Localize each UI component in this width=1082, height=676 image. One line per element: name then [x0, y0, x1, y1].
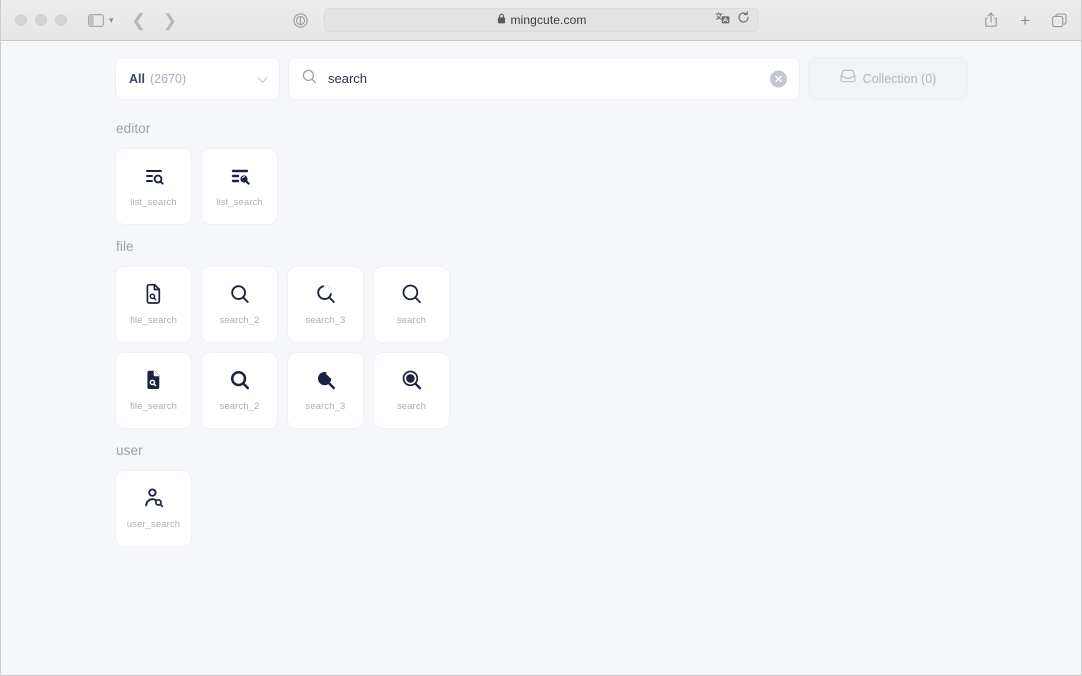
back-arrow-icon[interactable]: ❮	[132, 12, 146, 29]
tab-overview-icon[interactable]	[1052, 13, 1067, 28]
user-search-line-icon	[143, 487, 165, 509]
icon-card-label: list_search	[216, 197, 263, 208]
search-icon	[302, 69, 317, 89]
icon-card-label: search_3	[305, 315, 346, 326]
chevron-down-icon	[257, 72, 268, 83]
icon-card-label: search	[396, 315, 427, 326]
icon-card-search-3-line[interactable]: search_3	[288, 267, 363, 342]
icon-card-search-2-fill[interactable]: search_2	[202, 353, 277, 428]
icon-card-label: search_2	[219, 401, 260, 412]
icon-card-file-search-line[interactable]: file_search	[116, 267, 191, 342]
privacy-shield-icon[interactable]	[293, 12, 308, 28]
section-title: file	[116, 239, 134, 254]
icon-card-search-line[interactable]: search	[374, 267, 449, 342]
filter-count: (2670)	[149, 71, 187, 86]
section-title: user	[116, 443, 143, 458]
icon-card-label: user_search	[126, 519, 181, 530]
icon-card-list-search-line[interactable]: list_search	[116, 149, 191, 224]
icon-card-list-search-fill[interactable]: list_search	[202, 149, 277, 224]
filter-label: All	[129, 71, 145, 86]
browser-toolbar: ▾ ❮ ❯ mingcute.com +	[1, 0, 1081, 41]
sidebar-toggle-button[interactable]: ▾	[88, 13, 114, 27]
minimize-window-button[interactable]	[35, 14, 47, 26]
reload-icon[interactable]	[737, 11, 750, 29]
search-2-line-icon	[229, 283, 251, 305]
collection-button[interactable]: Collection (0)	[809, 58, 967, 99]
search-2-fill-icon	[229, 369, 251, 391]
icon-card-user-search-line[interactable]: user_search	[116, 471, 191, 546]
category-filter-dropdown[interactable]: All (2670)	[116, 58, 279, 99]
clear-search-button[interactable]	[770, 70, 787, 87]
navigation-buttons[interactable]: ❮ ❯	[132, 12, 178, 29]
icon-card-label: search_3	[305, 401, 346, 412]
icon-grid: user_search	[116, 471, 1081, 546]
address-bar[interactable]: mingcute.com	[324, 8, 759, 32]
search-input-value: search	[328, 71, 368, 86]
search-line-icon	[401, 283, 423, 305]
icon-grid: list_search list_search	[116, 149, 1081, 224]
search-fill-icon	[401, 369, 423, 391]
browser-window: ▾ ❮ ❯ mingcute.com + All (2670) search C…	[0, 0, 1082, 676]
list-search-fill-icon	[229, 165, 251, 187]
search-3-fill-icon	[315, 369, 337, 391]
sidebar-toggle-icon	[88, 13, 104, 27]
page-content: All (2670) search Collection (0) editor …	[1, 41, 1081, 675]
forward-arrow-icon[interactable]: ❯	[163, 12, 177, 29]
inbox-icon	[840, 69, 856, 88]
window-traffic-lights[interactable]	[15, 14, 67, 26]
search-toolbar: All (2670) search Collection (0)	[1, 41, 1081, 99]
section-file: file file_search search_2 search_3 searc…	[116, 239, 1081, 428]
section-title: editor	[116, 121, 151, 136]
icon-card-label: file_search	[129, 315, 178, 326]
chevron-down-icon: ▾	[109, 14, 114, 25]
search-3-line-icon	[315, 283, 337, 305]
icon-card-label: search	[396, 401, 427, 412]
search-input[interactable]: search	[289, 58, 799, 99]
chrome-right-actions[interactable]: +	[984, 12, 1067, 29]
section-editor: editor list_search list_search	[116, 121, 1081, 224]
icon-grid: file_search search_2 search_3 search fil…	[116, 267, 471, 428]
close-window-button[interactable]	[15, 14, 27, 26]
maximize-window-button[interactable]	[55, 14, 67, 26]
icon-card-label: search_2	[219, 315, 260, 326]
icon-card-search-3-fill[interactable]: search_3	[288, 353, 363, 428]
icon-sections: editor list_search list_search file file…	[1, 99, 1081, 546]
icon-card-label: list_search	[130, 197, 177, 208]
url-text: mingcute.com	[510, 13, 587, 27]
address-bar-content: mingcute.com	[497, 11, 587, 29]
file-search-fill-icon	[143, 369, 164, 391]
share-icon[interactable]	[984, 12, 998, 28]
file-search-line-icon	[143, 283, 164, 305]
address-bar-actions[interactable]	[715, 11, 750, 29]
plus-icon[interactable]: +	[1020, 12, 1030, 29]
lock-icon	[497, 11, 506, 29]
collection-label: Collection (0)	[862, 71, 937, 86]
icon-card-search-fill[interactable]: search	[374, 353, 449, 428]
icon-card-file-search-fill[interactable]: file_search	[116, 353, 191, 428]
icon-card-label: file_search	[129, 401, 178, 412]
section-user: user user_search	[116, 443, 1081, 546]
translate-icon[interactable]	[715, 11, 730, 29]
icon-card-search-2-line[interactable]: search_2	[202, 267, 277, 342]
list-search-line-icon	[143, 165, 165, 187]
